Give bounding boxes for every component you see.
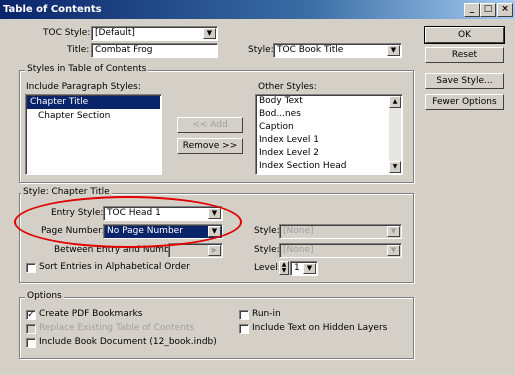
- window-title: Table of Contents: [3, 4, 102, 15]
- red-annotation-oval: [14, 196, 242, 248]
- maximize-button[interactable]: □: [480, 3, 496, 17]
- list-item[interactable]: Index Section Head: [256, 160, 402, 173]
- sort-entries-label: Sort Entries in Alphabetical Order: [39, 262, 190, 272]
- chevron-down-icon: ▼: [387, 245, 400, 256]
- include-hidden-layers-checkbox[interactable]: [239, 324, 249, 334]
- add-button[interactable]: << Add: [177, 117, 243, 133]
- scroll-down-arrow-icon[interactable]: ▼: [389, 161, 401, 173]
- replace-toc-label: Replace Existing Table of Contents: [39, 323, 195, 333]
- title-input[interactable]: Combat Frog: [91, 43, 218, 58]
- options-title: Options: [25, 291, 64, 302]
- remove-button[interactable]: Remove >>: [177, 138, 243, 154]
- title-bar: Table of Contents _ □ ×: [0, 0, 515, 19]
- page-number-style-select[interactable]: [None] ▼: [279, 224, 402, 239]
- list-item[interactable]: Body Text: [256, 95, 402, 108]
- other-styles-list[interactable]: Body Text Bod...nes Caption Index Level …: [255, 94, 403, 175]
- sort-entries-checkbox[interactable]: [26, 263, 36, 273]
- include-styles-list[interactable]: Chapter Title Chapter Section: [25, 94, 162, 175]
- page-number-style-label: Style:: [254, 226, 280, 236]
- include-book-label: Include Book Document (12_book.indb): [39, 337, 217, 347]
- ok-button[interactable]: OK: [424, 26, 505, 44]
- list-item[interactable]: Caption: [256, 121, 402, 134]
- list-item[interactable]: Index Level 2: [256, 147, 402, 160]
- include-hidden-layers-label: Include Text on Hidden Layers: [252, 323, 388, 333]
- list-item[interactable]: Bod...nes: [256, 108, 402, 121]
- list-item[interactable]: Chapter Section: [26, 110, 161, 123]
- level-value: 1: [294, 263, 300, 273]
- title-label: Title:: [67, 45, 90, 55]
- run-in-label: Run-in: [252, 309, 281, 319]
- toc-style-label: TOC Style:: [43, 28, 91, 38]
- chevron-down-icon: ▼: [303, 263, 316, 274]
- title-style-value: TOC Book Title: [277, 45, 344, 55]
- replace-toc-checkbox[interactable]: [26, 324, 36, 334]
- create-pdf-bookmarks-checkbox[interactable]: ✓: [26, 310, 36, 320]
- minimize-button[interactable]: _: [464, 3, 480, 17]
- list-item[interactable]: Chapter Title: [27, 96, 160, 109]
- toc-style-select[interactable]: [Default] ▼: [91, 26, 218, 41]
- scrollbar[interactable]: ▲ ▼: [389, 96, 401, 173]
- create-pdf-bookmarks-label: Create PDF Bookmarks: [39, 309, 143, 319]
- level-label: Level:: [254, 263, 281, 273]
- level-select[interactable]: 1 ▼: [290, 261, 318, 276]
- between-style-select[interactable]: [None] ▼: [279, 243, 402, 258]
- fewer-options-button[interactable]: Fewer Options: [425, 94, 504, 110]
- level-stepper[interactable]: ▲ ▼: [279, 261, 289, 275]
- styles-in-toc-title: Styles in Table of Contents: [25, 64, 149, 75]
- chevron-down-icon: ▼: [387, 226, 400, 237]
- toc-style-value: [Default]: [95, 28, 135, 38]
- include-book-checkbox[interactable]: [26, 338, 36, 348]
- scroll-up-arrow-icon[interactable]: ▲: [389, 96, 401, 108]
- between-style-label: Style:: [254, 245, 280, 255]
- title-style-select[interactable]: TOC Book Title ▼: [273, 43, 402, 58]
- save-style-button[interactable]: Save Style...: [425, 73, 504, 89]
- other-styles-label: Other Styles:: [258, 82, 317, 92]
- toc-dialog: Table of Contents _ □ × TOC Style: [Defa…: [0, 0, 515, 375]
- reset-button[interactable]: Reset: [425, 47, 504, 63]
- chevron-down-icon: ▼: [203, 28, 216, 39]
- close-button[interactable]: ×: [497, 3, 513, 17]
- title-style-label: Style:: [248, 45, 274, 55]
- include-styles-label: Include Paragraph Styles:: [26, 82, 141, 92]
- run-in-checkbox[interactable]: [239, 310, 249, 320]
- between-style-value: [None]: [283, 245, 314, 255]
- page-number-style-value: [None]: [283, 226, 314, 236]
- chevron-down-icon: ▼: [387, 45, 400, 56]
- list-item[interactable]: Index Level 1: [256, 134, 402, 147]
- arrow-right-icon: ▶: [208, 245, 221, 256]
- title-value: Combat Frog: [95, 45, 153, 55]
